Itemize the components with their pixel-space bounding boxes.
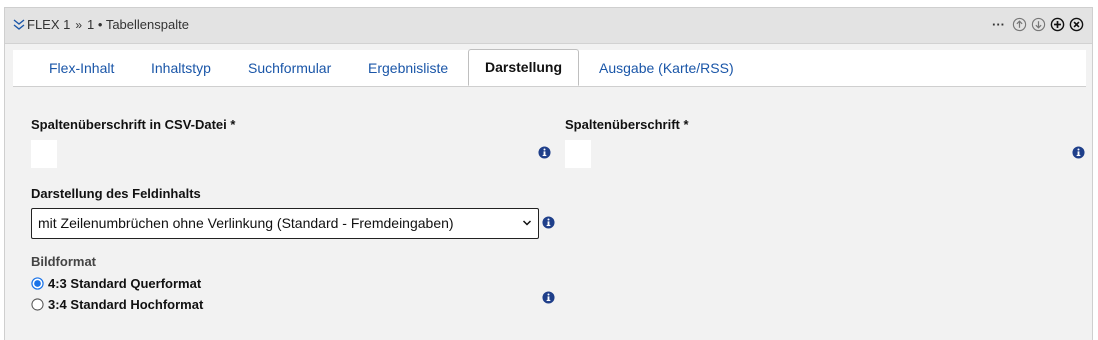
tab-flex-inhalt[interactable]: Flex-Inhalt [49,50,114,86]
tab-content-darstellung: Spaltenüberschrift in CSV-Datei * Spalte… [13,88,1086,340]
flex-panel: FLEX 1 » 1 • Tabellenspalte ··· Flex-Inh… [4,7,1093,340]
display-select[interactable]: mit Zeilenumbrüchen ohne Verlinkung (Sta… [31,208,539,239]
move-up-icon[interactable] [1012,17,1027,32]
display-select-value: mit Zeilenumbrüchen ohne Verlinkung (Sta… [38,215,454,231]
tab-suchformular[interactable]: Suchformular [248,50,331,86]
radio-option-label: 4:3 Standard Querformat [48,276,202,291]
panel-header: FLEX 1 » 1 • Tabellenspalte ··· [5,8,1092,44]
heading-input[interactable] [565,140,591,168]
info-icon[interactable] [542,291,555,304]
display-label: Darstellung des Feldinhalts [31,186,201,201]
header-title: FLEX 1 [27,17,71,32]
dropdown-caret-icon [522,220,532,226]
info-icon[interactable] [542,216,555,229]
image-format-label: Bildformat [31,254,96,269]
heading-label: Spaltenüberschrift * [565,117,689,132]
double-chevron-down-icon[interactable] [13,18,25,32]
radio-unchecked-icon[interactable] [31,298,44,311]
header-breadcrumb: FLEX 1 » 1 • Tabellenspalte [13,17,189,32]
tab-ergebnisliste[interactable]: Ergebnisliste [368,50,448,86]
header-actions: ··· [992,17,1084,32]
move-down-icon[interactable] [1031,17,1046,32]
radio-option-4-3[interactable]: 4:3 Standard Querformat [31,276,201,291]
info-icon[interactable] [1072,146,1085,159]
csv-heading-input[interactable] [31,140,57,168]
tab-inhaltstyp[interactable]: Inhaltstyp [151,50,211,86]
header-separator: » [75,17,83,32]
csv-heading-label: Spaltenüberschrift in CSV-Datei * [31,117,236,132]
more-icon[interactable]: ··· [992,17,1005,32]
radio-option-3-4[interactable]: 3:4 Standard Hochformat [31,297,203,312]
tab-darstellung[interactable]: Darstellung [468,49,580,86]
radio-option-label: 3:4 Standard Hochformat [48,297,204,312]
tab-ausgabe[interactable]: Ausgabe (Karte/RSS) [599,50,734,86]
tab-bar: Flex-Inhalt Inhaltstyp Suchformular Erge… [13,49,1086,87]
radio-checked-icon[interactable] [31,277,44,290]
close-icon[interactable] [1069,17,1084,32]
info-icon[interactable] [538,146,551,159]
header-subtitle: 1 • Tabellenspalte [87,17,189,32]
add-icon[interactable] [1050,17,1065,32]
